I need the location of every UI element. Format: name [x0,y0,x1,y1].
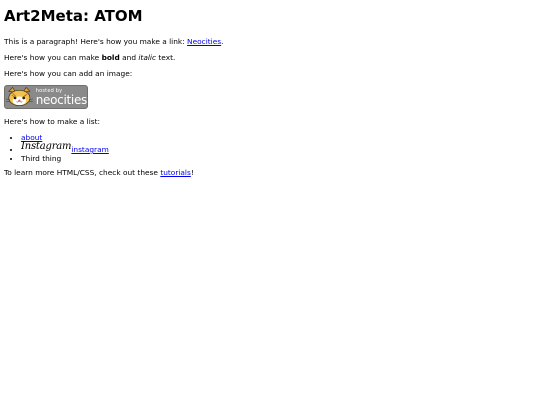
intro-text-end: . [221,37,224,46]
formatting-text-middle: and [119,53,139,62]
intro-text: This is a paragraph! Here's how you make… [4,37,188,46]
neocities-cat-icon [5,86,34,108]
badge-text: hosted by neocities [35,88,87,107]
list-item: about [21,133,536,142]
bold-text: bold [101,53,120,62]
hosted-by-neocities-badge: hosted by neocities [4,85,88,109]
formatting-paragraph: Here's how you can make bold and italic … [4,53,536,62]
list-item: Instagraminstagram [21,141,536,155]
neocities-link[interactable]: Neocities [187,37,221,46]
instagram-link[interactable]: instagram [71,145,108,154]
image-paragraph: Here's how you can add an image: [4,69,133,78]
instagram-logo: Instagram [21,141,72,152]
example-list: about Instagraminstagram Third thing [4,133,536,163]
list-item: Third thing [21,154,536,163]
intro-paragraph: This is a paragraph! Here's how you make… [4,37,536,46]
formatting-text-end: text. [156,53,176,62]
badge-big-text: neocities [35,92,87,107]
learn-more-text-end: ! [190,168,194,177]
page-body: Art2Meta: ATOM This is a paragraph! Here… [0,7,540,177]
formatting-text: Here's how you can make [4,53,102,62]
list-paragraph: Here's how to make a list: [4,117,100,126]
learn-more-paragraph: To learn more HTML/CSS, check out these … [4,168,536,177]
page-title: Art2Meta: ATOM [4,7,143,25]
italic-text: italic [138,53,157,62]
tutorials-link[interactable]: tutorials [160,168,191,177]
learn-more-text: To learn more HTML/CSS, check out these [4,168,161,177]
